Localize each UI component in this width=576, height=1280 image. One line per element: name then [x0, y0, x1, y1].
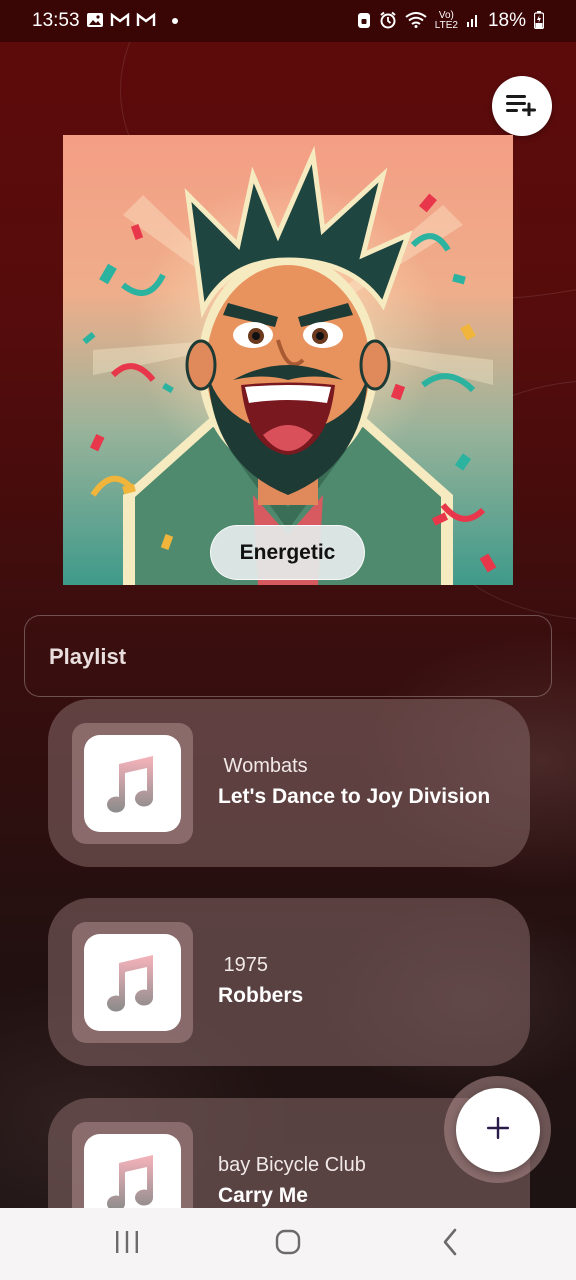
signal-icon: [466, 12, 480, 31]
network-label: LTE2: [434, 20, 458, 31]
add-song-button[interactable]: [456, 1088, 540, 1172]
playlist-add-icon: [505, 92, 539, 121]
status-right: Vo) LTE2 18%: [357, 10, 545, 32]
song-title: Robbers: [218, 984, 304, 1007]
volte-icon: Vo) LTE2: [434, 10, 458, 31]
alarm-icon: [379, 11, 397, 32]
song-artist: bay Bicycle Club: [218, 1154, 366, 1176]
mood-chip[interactable]: Energetic: [210, 525, 365, 580]
back-button[interactable]: [420, 1226, 480, 1262]
gallery-icon: [86, 12, 104, 31]
home-button[interactable]: [258, 1226, 318, 1262]
music-note-icon: [84, 934, 181, 1031]
mood-label: Energetic: [239, 540, 336, 564]
song-artist: Wombats: [218, 755, 308, 777]
system-nav-bar: [0, 1208, 576, 1280]
song-card[interactable]: Wombats Let's Dance to Joy Division: [48, 699, 530, 867]
back-icon: [441, 1228, 459, 1261]
song-title: Let's Dance to Joy Division: [218, 785, 491, 808]
gmail-icon: [136, 12, 156, 31]
playlist-header: Playlist: [24, 615, 552, 697]
wifi-icon: [405, 11, 427, 31]
song-artist: 1975: [218, 954, 269, 976]
cover-art: [63, 135, 513, 585]
song-card[interactable]: 1975 Robbers: [48, 898, 530, 1066]
recents-button[interactable]: [97, 1226, 157, 1262]
status-time: 13:53: [32, 10, 80, 31]
status-bar: 13:53 Vo) LTE2 18%: [0, 0, 576, 42]
battery-percent: 18%: [487, 10, 526, 31]
home-icon: [275, 1229, 301, 1260]
screen: 13:53 Vo) LTE2 18% Energetic Playlist Wo…: [0, 0, 576, 1280]
battery-charging-icon: [533, 10, 545, 32]
status-left: 13:53: [32, 10, 178, 32]
gmail-icon: [110, 12, 130, 31]
playlist-title: Playlist: [49, 644, 127, 669]
notification-dot-icon: [171, 18, 178, 24]
recents-icon: [114, 1230, 140, 1259]
plus-icon: [486, 1116, 510, 1145]
lock-badge-icon: [357, 11, 371, 32]
song-thumbnail: [72, 922, 193, 1043]
song-thumbnail: [72, 723, 193, 844]
music-note-icon: [84, 735, 181, 832]
cover-illustration: [82, 145, 497, 585]
add-to-queue-button[interactable]: [492, 76, 552, 136]
song-title: Carry Me: [218, 1184, 308, 1207]
